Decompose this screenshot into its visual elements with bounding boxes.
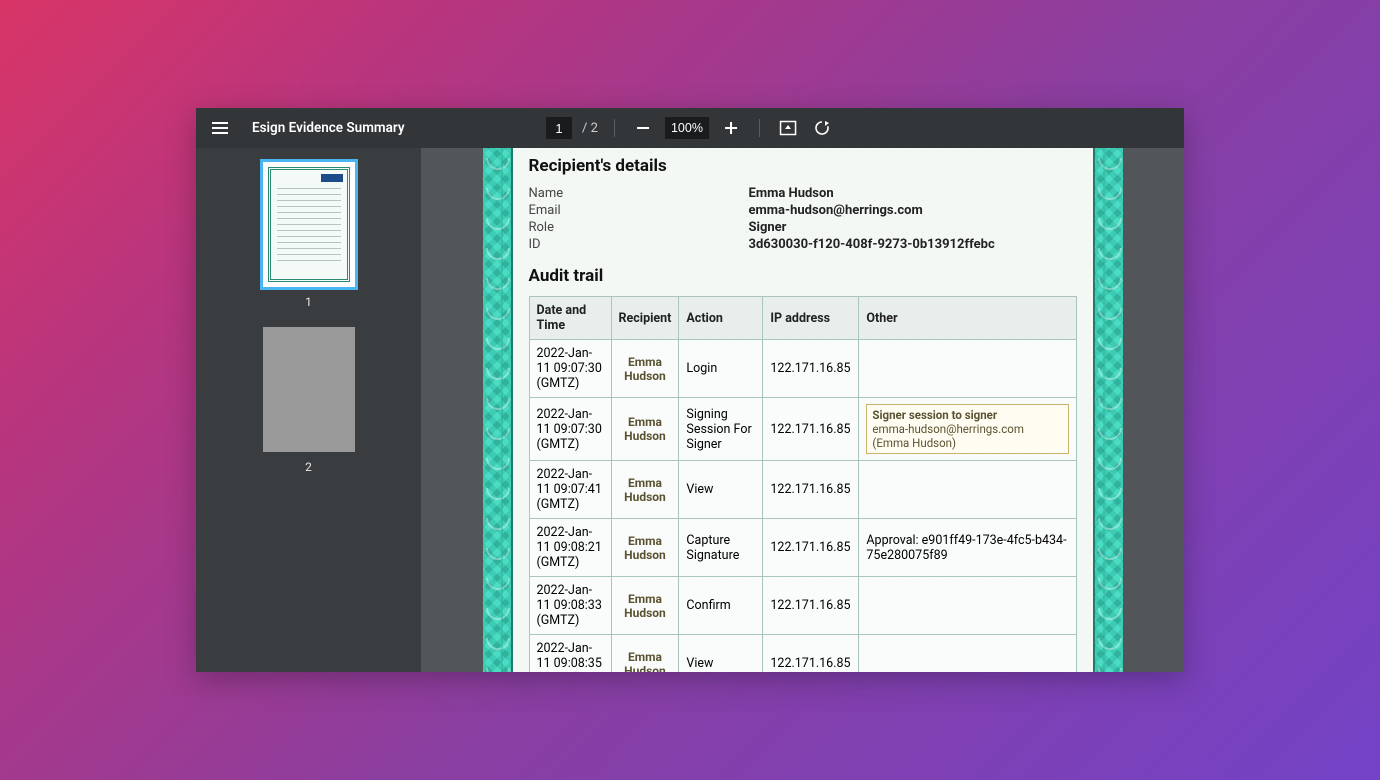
recipient-name: Emma Hudson [619, 476, 672, 504]
cell-action: Capture Signature [679, 519, 763, 577]
cell-other [859, 577, 1076, 635]
document-title: Esign Evidence Summary [252, 120, 405, 136]
table-row: 2022-Jan-11 09:08:21 (GMTZ) Emma HudsonCa… [529, 519, 1076, 577]
th-recipient: Recipient [611, 297, 679, 340]
thumbnail-preview [263, 162, 355, 287]
value-name: Emma Hudson [749, 186, 1077, 201]
cell-recipient: Emma Hudson [611, 398, 679, 461]
thumbnail-number: 1 [305, 295, 312, 309]
recipient-name: Emma Hudson [619, 355, 672, 383]
recipient-name: Emma Hudson [619, 592, 672, 620]
cell-date: 2022-Jan-11 09:08:33 (GMTZ) [529, 577, 611, 635]
fit-page-icon[interactable] [776, 116, 800, 140]
cell-recipient: Emma Hudson [611, 461, 679, 519]
cell-action: View [679, 635, 763, 673]
cell-recipient: Emma Hudson [611, 519, 679, 577]
audit-table: Date and Time Recipient Action IP addres… [529, 296, 1077, 672]
table-header-row: Date and Time Recipient Action IP addres… [529, 297, 1076, 340]
cell-ip: 122.171.16.85 [763, 340, 859, 398]
value-id: 3d630030-f120-408f-9273-0b13912ffebc [749, 237, 1077, 252]
cell-other: Signer session to signeremma-hudson@herr… [859, 398, 1076, 461]
cell-date: 2022-Jan-11 09:07:41 (GMTZ) [529, 461, 611, 519]
table-row: 2022-Jan-11 09:08:33 (GMTZ) Emma HudsonCo… [529, 577, 1076, 635]
recipient-details: Name Emma Hudson Email emma-hudson@herri… [529, 186, 1077, 252]
recipients-heading: Recipient's details [529, 156, 1077, 176]
recipient-name: Emma Hudson [619, 415, 672, 443]
cell-ip: 122.171.16.85 [763, 577, 859, 635]
total-pages: 2 [591, 121, 598, 136]
cell-recipient: Emma Hudson [611, 340, 679, 398]
th-action: Action [679, 297, 763, 340]
page-slash: / [582, 121, 587, 136]
other-highlight-box: Signer session to signeremma-hudson@herr… [866, 404, 1068, 454]
menu-icon[interactable] [206, 122, 234, 134]
cell-other [859, 340, 1076, 398]
cell-action: Confirm [679, 577, 763, 635]
thumbnail-number: 2 [305, 460, 312, 474]
cell-date: 2022-Jan-11 09:08:21 (GMTZ) [529, 519, 611, 577]
thumbnail-2[interactable]: 2 [263, 327, 355, 474]
toolbar-center: / 2 [546, 116, 834, 140]
audit-heading: Audit trail [529, 266, 1077, 286]
cell-action: Login [679, 340, 763, 398]
th-other: Other [859, 297, 1076, 340]
cell-date: 2022-Jan-11 09:07:30 (GMTZ) [529, 340, 611, 398]
th-ip: IP address [763, 297, 859, 340]
cell-recipient: Emma Hudson [611, 577, 679, 635]
recipient-name: Emma Hudson [619, 650, 672, 673]
current-page-input[interactable] [546, 117, 572, 139]
table-row: 2022-Jan-11 09:07:41 (GMTZ) Emma HudsonVi… [529, 461, 1076, 519]
cell-other [859, 635, 1076, 673]
zoom-level-input[interactable] [665, 117, 709, 139]
label-email: Email [529, 203, 749, 218]
zoom-in-icon[interactable] [719, 116, 743, 140]
cell-ip: 122.171.16.85 [763, 398, 859, 461]
toolbar: Esign Evidence Summary / 2 [196, 108, 1184, 148]
document-page: Recipient's details Name Emma Hudson Ema… [483, 148, 1123, 672]
pdf-viewer-window: Esign Evidence Summary / 2 [196, 108, 1184, 672]
th-date: Date and Time [529, 297, 611, 340]
table-row: 2022-Jan-11 09:08:35 (GMTZ) Emma Hudson Vi… [529, 635, 1076, 673]
cell-action: Signing Session For Signer [679, 398, 763, 461]
separator [759, 119, 760, 137]
page-total: / 2 [582, 121, 598, 136]
table-row: 2022-Jan-11 09:07:30 (GMTZ) Emma HudsonLo… [529, 340, 1076, 398]
label-id: ID [529, 237, 749, 252]
label-role: Role [529, 220, 749, 235]
separator [614, 119, 615, 137]
value-email: emma-hudson@herrings.com [749, 203, 1077, 218]
cell-ip: 122.171.16.85 [763, 519, 859, 577]
cell-other: Approval: e901ff49-173e-4fc5-b434-75e280… [859, 519, 1076, 577]
cell-action: View [679, 461, 763, 519]
cell-date: 2022-Jan-11 09:08:35 (GMTZ) [529, 635, 611, 673]
zoom-out-icon[interactable] [631, 116, 655, 140]
cell-ip: 122.171.16.85 [763, 635, 859, 673]
thumbnail-1[interactable]: 1 [263, 162, 355, 309]
thumbnail-sidebar: 1 2 [196, 148, 421, 672]
recipient-name: Emma Hudson [619, 534, 672, 562]
cell-recipient: Emma Hudson [611, 635, 679, 673]
content-area[interactable]: Recipient's details Name Emma Hudson Ema… [421, 148, 1184, 672]
value-role: Signer [749, 220, 1077, 235]
cell-ip: 122.171.16.85 [763, 461, 859, 519]
cell-other [859, 461, 1076, 519]
thumbnail-preview [263, 327, 355, 452]
rotate-icon[interactable] [810, 116, 834, 140]
cell-date: 2022-Jan-11 09:07:30 (GMTZ) [529, 398, 611, 461]
label-name: Name [529, 186, 749, 201]
table-row: 2022-Jan-11 09:07:30 (GMTZ)Emma HudsonSi… [529, 398, 1076, 461]
